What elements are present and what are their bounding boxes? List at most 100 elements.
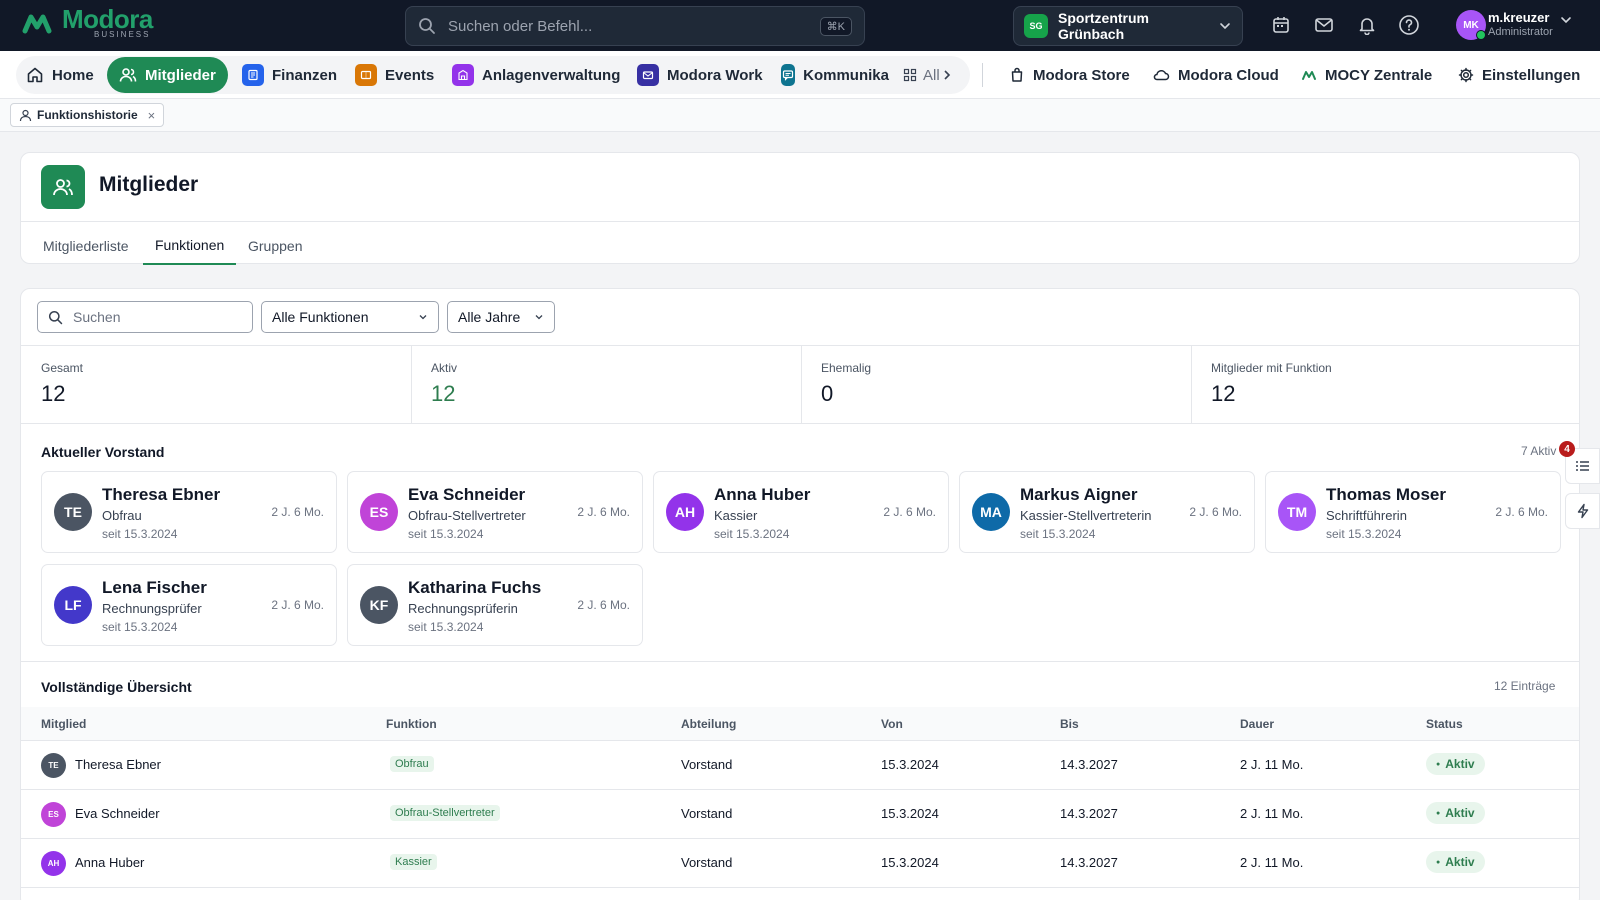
page-header: Mitglieder Mitgliederliste Funktionen Gr… <box>20 152 1580 265</box>
tab-functions[interactable]: Funktionen <box>143 227 237 265</box>
nav-home[interactable]: Home <box>14 57 106 93</box>
board-member-card[interactable]: MA Markus Aigner Kassier-Stellvertreteri… <box>959 471 1255 553</box>
overview-section-title: Vollständige Übersicht <box>41 679 192 695</box>
top-bar: Modora BUSINESS Suchen oder Befehl... ⌘K… <box>0 0 1600 51</box>
search-placeholder: Suchen oder Befehl... <box>448 17 593 35</box>
board-member-role: Rechnungsprüfer <box>102 601 202 616</box>
row-from: 15.3.2024 <box>881 855 939 870</box>
chevron-right-icon <box>944 70 950 80</box>
board-member-duration: 2 J. 6 Mo. <box>883 505 936 519</box>
open-tab-function-history[interactable]: Funktionshistorie × <box>10 103 165 127</box>
board-member-since: seit 15.3.2024 <box>102 527 178 541</box>
board-section-title: Aktueller Vorstand <box>41 444 165 460</box>
organization-switcher[interactable]: SG Sportzentrum Grünbach <box>1013 6 1243 46</box>
board-member-since: seit 15.3.2024 <box>102 620 178 634</box>
avatar: AH <box>41 851 66 876</box>
nav-all-modules[interactable]: All <box>897 57 958 93</box>
table-row[interactable]: AH Anna Huber Kassier Vorstand 15.3.2024… <box>21 839 1579 888</box>
row-to: 14.3.2027 <box>1060 757 1118 772</box>
board-member-card[interactable]: LF Lena Fischer Rechnungsprüfer seit 15.… <box>41 564 337 646</box>
stat-label: Aktiv <box>431 361 458 375</box>
board-member-since: seit 15.3.2024 <box>1020 527 1096 541</box>
board-member-duration: 2 J. 6 Mo. <box>577 598 630 612</box>
org-name: Sportzentrum Grünbach <box>1058 10 1149 42</box>
nav-work-label: Modora Work <box>667 66 763 84</box>
tab-groups[interactable]: Gruppen <box>236 227 314 265</box>
nav-separator <box>982 63 983 87</box>
board-member-role: Rechnungsprüferin <box>408 601 518 616</box>
user-icon <box>19 109 32 121</box>
mocy-logo-icon <box>1302 71 1316 80</box>
nav-finance[interactable]: Finanzen <box>230 57 349 93</box>
help-icon[interactable] <box>1398 14 1420 36</box>
row-department: Vorstand <box>681 855 733 870</box>
table-header: Mitglied Funktion Abteilung Von Bis Daue… <box>21 707 1579 741</box>
status-badge: Aktiv <box>1426 802 1485 824</box>
nav-finance-label: Finanzen <box>272 66 338 84</box>
board-member-role: Schriftführerin <box>1326 508 1407 523</box>
logo-name: Modora <box>62 4 153 34</box>
nav-settings-label: Einstellungen <box>1482 66 1581 84</box>
nav-cloud[interactable]: Modora Cloud <box>1140 57 1291 93</box>
row-member: Eva Schneider <box>75 806 160 821</box>
calendar-icon[interactable] <box>1270 14 1292 36</box>
function-filter-select[interactable]: Alle Funktionen <box>261 301 439 333</box>
user-menu[interactable]: MK m.kreuzer Administrator <box>1456 10 1573 40</box>
function-badge: Kassier <box>390 854 437 870</box>
stats-divider-bottom <box>21 423 1579 424</box>
column-header-member[interactable]: Mitglied <box>41 717 86 731</box>
nav-home-label: Home <box>52 66 94 84</box>
year-filter-select[interactable]: Alle Jahre <box>447 301 555 333</box>
nav-members[interactable]: Mitglieder <box>107 57 228 93</box>
nav-settings[interactable]: Einstellungen <box>1446 57 1592 93</box>
board-member-role: Obfrau-Stellvertreter <box>408 508 526 523</box>
mail-icon[interactable] <box>1313 14 1335 36</box>
lightning-icon <box>1577 503 1588 519</box>
page-title: Mitglieder <box>99 173 199 196</box>
table-row[interactable]: TE Theresa Ebner Obfrau Vorstand 15.3.20… <box>21 741 1579 790</box>
avatar: TM <box>1278 493 1316 531</box>
board-member-card[interactable]: ES Eva Schneider Obfrau-Stellvertreter s… <box>347 471 643 553</box>
board-active-count: 7 Aktiv <box>1521 444 1557 458</box>
stat-value: 0 <box>821 381 834 406</box>
bell-icon[interactable] <box>1356 14 1378 36</box>
nav-events[interactable]: Events <box>343 57 446 93</box>
column-header-function[interactable]: Funktion <box>386 717 437 731</box>
board-member-duration: 2 J. 6 Mo. <box>577 505 630 519</box>
nav-cloud-label: Modora Cloud <box>1178 66 1279 84</box>
column-header-from[interactable]: Von <box>881 717 903 731</box>
board-member-duration: 2 J. 6 Mo. <box>1189 505 1242 519</box>
nav-communication[interactable]: Kommunika <box>769 57 901 93</box>
nav-mocy[interactable]: MOCY Zentrale <box>1289 57 1444 93</box>
board-member-card[interactable]: KF Katharina Fuchs Rechnungsprüferin sei… <box>347 564 643 646</box>
nav-facilities[interactable]: Anlagenverwaltung <box>440 57 632 93</box>
quick-actions-panel-button[interactable] <box>1565 493 1600 529</box>
board-member-role: Obfrau <box>102 508 142 523</box>
close-icon[interactable]: × <box>148 108 156 123</box>
modora-logo[interactable]: Modora BUSINESS <box>22 6 153 39</box>
finance-icon <box>242 64 264 86</box>
column-header-duration[interactable]: Dauer <box>1240 717 1274 731</box>
nav-store[interactable]: Modora Store <box>997 57 1142 93</box>
row-to: 14.3.2027 <box>1060 855 1118 870</box>
board-member-card[interactable]: TM Thomas Moser Schriftführerin seit 15.… <box>1265 471 1561 553</box>
column-header-status[interactable]: Status <box>1426 717 1463 731</box>
column-header-to[interactable]: Bis <box>1060 717 1079 731</box>
avatar: ES <box>360 493 398 531</box>
global-search-input[interactable]: Suchen oder Befehl... ⌘K <box>405 6 865 46</box>
stat-active: Aktiv 12 <box>411 345 801 423</box>
cloud-icon <box>1153 69 1170 81</box>
board-member-duration: 2 J. 6 Mo. <box>271 598 324 612</box>
table-row[interactable]: ES Eva Schneider Obfrau-Stellvertreter V… <box>21 790 1579 839</box>
avatar: KF <box>360 586 398 624</box>
function-search-input[interactable]: Suchen <box>37 301 253 333</box>
board-member-name: Anna Huber <box>714 485 811 504</box>
stat-label: Mitglieder mit Funktion <box>1211 361 1332 375</box>
board-member-card[interactable]: AH Anna Huber Kassier seit 15.3.2024 2 J… <box>653 471 949 553</box>
column-header-department[interactable]: Abteilung <box>681 717 736 731</box>
tab-member-list[interactable]: Mitgliederliste <box>31 227 141 265</box>
notification-count-badge: 4 <box>1559 441 1575 457</box>
nav-work[interactable]: Modora Work <box>625 57 775 93</box>
status-badge: Aktiv <box>1426 753 1485 775</box>
board-member-card[interactable]: TE Theresa Ebner Obfrau seit 15.3.2024 2… <box>41 471 337 553</box>
